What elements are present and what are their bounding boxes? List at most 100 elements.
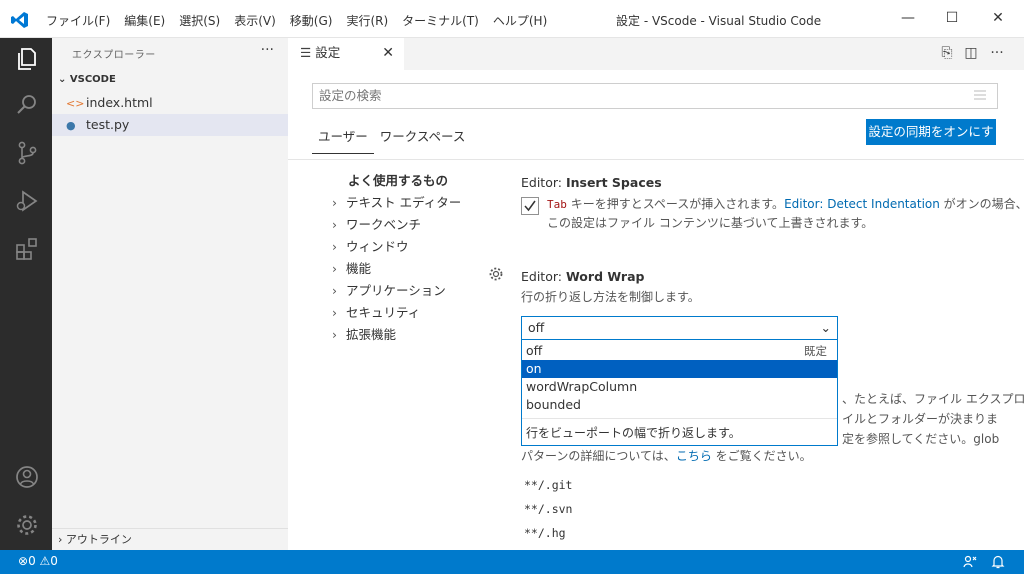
warning-count: 0 [50,554,58,568]
toc-item-label: アプリケーション [346,283,446,298]
toc-item-label: セキュリティ [346,305,421,320]
menu-terminal[interactable]: ターミナル(T) [402,12,479,29]
exclude-pattern[interactable]: **/.hg [524,526,566,540]
tab-label: 設定 [315,45,341,60]
menu-file[interactable]: ファイル(F) [46,12,110,29]
file-index-html[interactable]: <> index.html [52,92,288,114]
chevron-down-icon: ⌄ [820,320,831,335]
toc-commonly-used[interactable]: よく使用するもの [348,170,448,189]
option-bounded[interactable]: bounded [522,396,837,414]
setting-word-wrap: Editor: Word Wrap 行の折り返し方法を制御します。 [521,269,700,306]
chevron-right-icon: › [332,283,337,298]
explorer-title: エクスプローラー [72,50,156,61]
menu-selection[interactable]: 選択(S) [179,12,220,29]
outline-section[interactable]: › アウトライン [52,528,288,550]
settings-editor: 設定の検索 ユーザー ワークスペース 設定の同期をオンにする よく使用するもの … [288,70,1024,550]
word-wrap-select[interactable]: off ⌄ [521,316,838,340]
select-value: off [528,320,545,335]
split-editor-icon[interactable]: ◫ [962,44,980,62]
menu-go[interactable]: 移動(G) [290,12,333,29]
minimize-button[interactable]: — [898,8,918,28]
toc-item-label: テキスト エディター [346,195,462,210]
settings-search-input[interactable]: 設定の検索 [312,83,998,109]
explorer-sidebar: エクスプローラー ··· ⌄ VSCODE <> index.html ● test… [52,38,288,550]
error-count: 0 [28,554,36,568]
chevron-right-icon: › [332,327,337,342]
workspace-section-header[interactable]: ⌄ VSCODE [58,74,116,85]
insert-spaces-checkbox[interactable] [521,197,539,215]
more-actions-icon[interactable]: ··· [261,42,274,58]
menu-view[interactable]: 表示(V) [234,12,276,29]
explorer-icon[interactable] [14,46,40,72]
setting-description: 行の折り返し方法を制御します。 [521,290,700,304]
workspace-name: VSCODE [69,74,116,85]
html-file-icon: <> [66,97,85,110]
setting-description: Tab キーを押すとスペースが挿入されます。Editor: Detect Ind… [547,197,1024,230]
files-exclude-desc-fragment: 、たとえば、ファイル エクスプロ [842,392,1024,406]
warning-icon: ⚠ [39,554,51,568]
title-bar: ファイル(F) 編集(E) 選択(S) 表示(V) 移動(G) 実行(R) ター… [0,0,1024,38]
status-bar: ⊗0 ⚠0 [0,550,1024,574]
option-on[interactable]: on [522,360,837,378]
chevron-right-icon: › [58,533,63,546]
menu-edit[interactable]: 編集(E) [124,12,165,29]
check-icon [524,200,536,212]
toc-item[interactable]: › テキスト エディター [332,192,461,211]
exclude-pattern[interactable]: **/.svn [524,502,572,516]
close-window-button[interactable]: ✕ [988,8,1008,28]
file-test-py[interactable]: ● test.py [52,114,288,136]
feedback-icon[interactable] [962,554,978,570]
run-debug-icon[interactable] [14,188,40,214]
chevron-down-icon: ⌄ [58,74,70,85]
tab-workspace[interactable]: ワークスペース [374,126,472,154]
chevron-right-icon: › [332,261,337,276]
activity-bar [0,38,52,550]
turn-on-sync-button[interactable]: 設定の同期をオンにする [866,119,996,165]
problems-indicator[interactable]: ⊗0 ⚠0 [18,554,58,568]
accounts-icon[interactable] [14,464,40,490]
files-exclude-desc: パターンの詳細については、こちら をご覧ください。 [521,449,812,463]
extensions-icon[interactable] [14,236,40,262]
settings-scope-tabs: ユーザー ワークスペース [312,126,471,154]
toc-item[interactable]: › アプリケーション [332,280,446,299]
menu-help[interactable]: ヘルプ(H) [493,12,547,29]
toc-item[interactable]: › セキュリティ [332,302,420,321]
open-settings-json-icon[interactable]: ⎘ [938,44,956,62]
more-actions-icon[interactable]: ··· [988,44,1006,62]
source-control-icon[interactable] [14,140,40,166]
exclude-pattern[interactable]: **/.git [524,478,572,492]
detect-indentation-link[interactable]: Editor: Detect Indentation [784,197,940,211]
tab-settings[interactable]: ☰ 設定 ✕ [288,38,404,70]
toc-item-label: 機能 [346,261,372,276]
chevron-right-icon: › [332,239,337,254]
toc-item-label: ワークベンチ [346,217,422,232]
tab-user[interactable]: ユーザー [312,126,374,154]
filter-icon[interactable] [973,88,987,102]
chevron-right-icon: › [332,195,337,210]
search-icon[interactable] [14,92,40,118]
setting-gear-icon[interactable] [488,266,504,282]
file-name: index.html [86,95,153,110]
editor-tab-bar: ☰ 設定 ✕ ⎘ ◫ ··· [288,38,1024,70]
settings-file-icon: ☰ [300,45,316,60]
files-exclude-desc-fragment: イルとフォルダーが決まりま [842,412,999,426]
option-wordwrapcolumn[interactable]: wordWrapColumn [522,378,837,396]
outline-label: アウトライン [65,533,132,546]
setting-title: Editor: Word Wrap [521,269,645,284]
menu-run[interactable]: 実行(R) [346,12,388,29]
chevron-right-icon: › [332,305,337,320]
vscode-logo-icon [11,12,28,28]
tab-close-icon[interactable]: ✕ [382,38,394,68]
toc-item[interactable]: › 拡張機能 [332,324,396,343]
error-icon: ⊗ [18,554,29,568]
maximize-button[interactable]: ☐ [942,8,962,28]
toc-item[interactable]: › 機能 [332,258,371,277]
option-off[interactable]: off 既定 [522,342,837,360]
manage-gear-icon[interactable] [14,512,40,538]
toc-item[interactable]: › ワークベンチ [332,214,421,233]
glob-help-link[interactable]: こちら [676,449,712,463]
toc-item-label: ウィンドウ [346,239,409,254]
toc-item[interactable]: › ウィンドウ [332,236,409,255]
setting-insert-spaces: Editor: Insert Spaces Tab キーを押すとスペースが挿入さ… [521,175,1024,230]
notifications-bell-icon[interactable] [990,554,1006,570]
